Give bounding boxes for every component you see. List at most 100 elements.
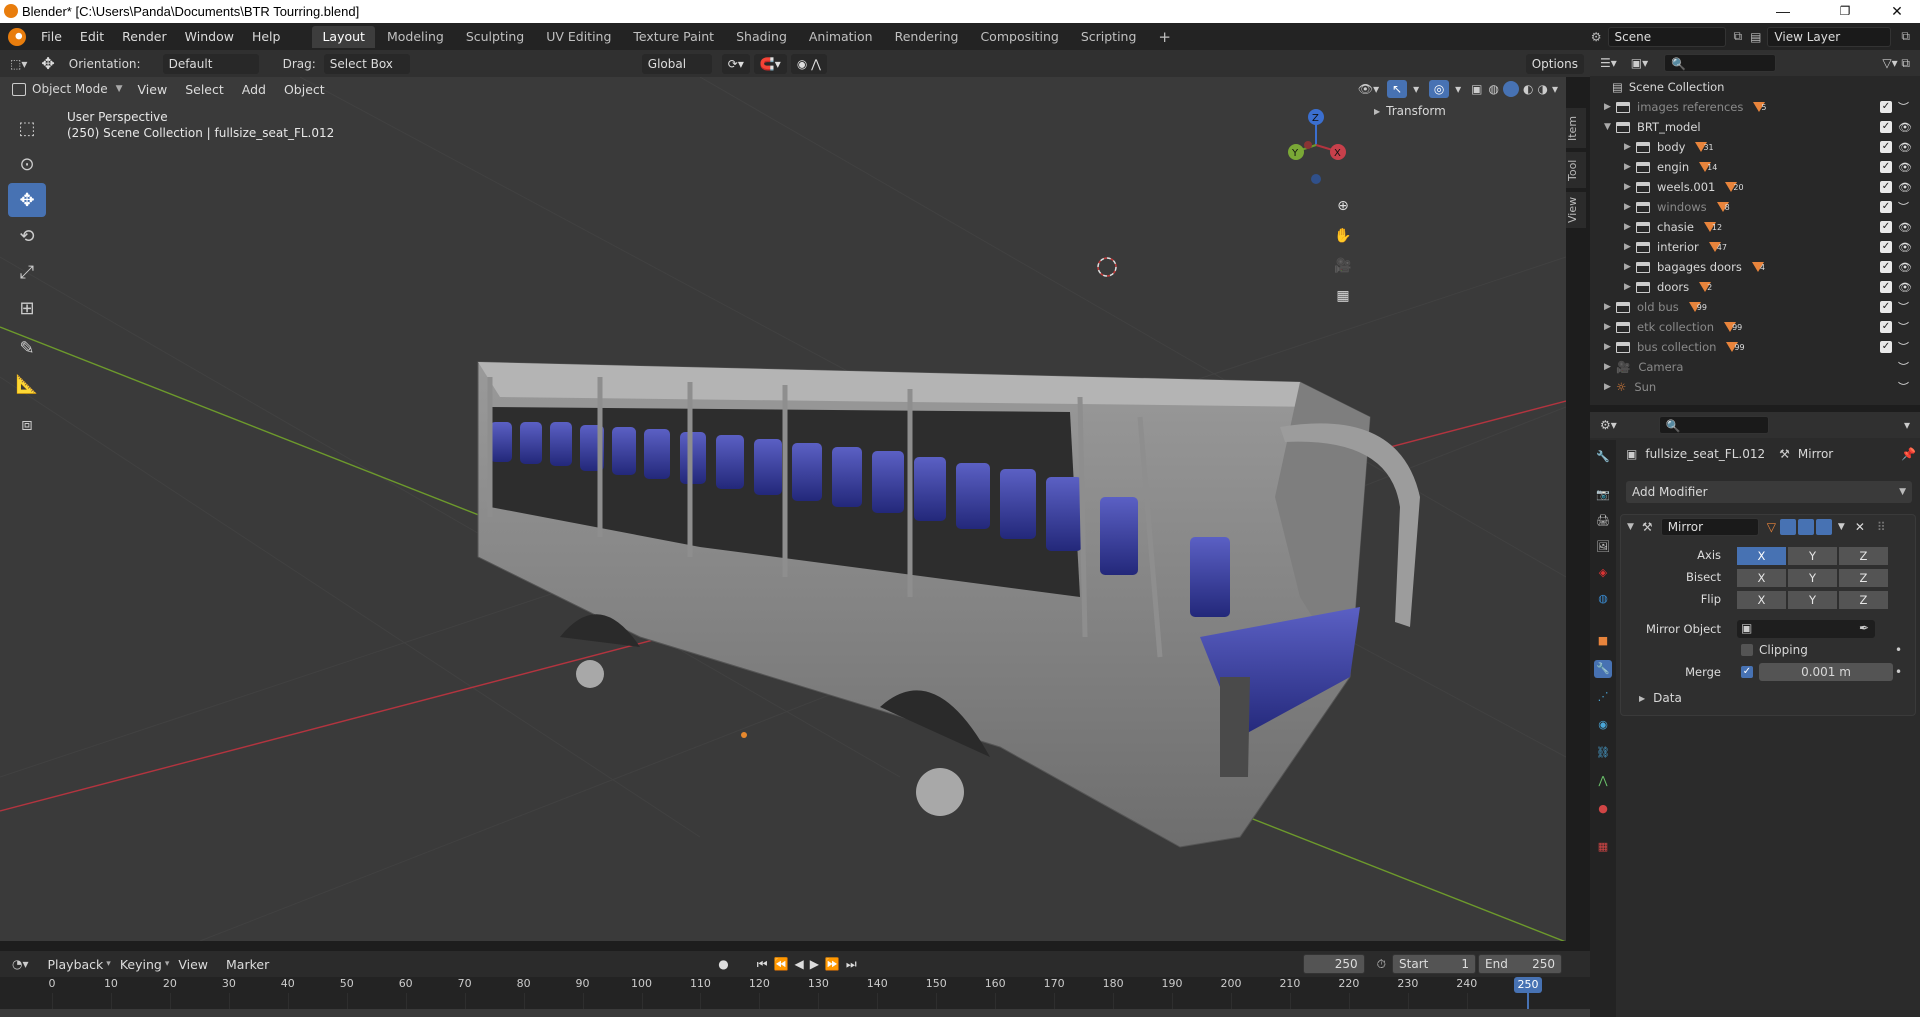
expand-arrow-icon[interactable]: ▶	[1624, 202, 1636, 212]
outliner-row-body[interactable]: ▶ body 31 ✓ 👁	[1590, 137, 1920, 157]
data-props-icon[interactable]: ⋀	[1594, 772, 1612, 790]
texture-props-icon[interactable]: ▦	[1594, 838, 1612, 856]
expand-arrow-icon[interactable]: ▶	[1624, 282, 1636, 292]
eye-icon[interactable]: 👁	[1898, 241, 1912, 254]
outliner-row-windows[interactable]: ▶ windows 8 ✓ ︶	[1590, 197, 1920, 217]
bisect-y-toggle[interactable]: Y	[1788, 569, 1837, 587]
visibility-icon[interactable]: 👁▾	[1358, 82, 1379, 96]
keyframe-dot-icon[interactable]: •	[1895, 643, 1902, 657]
outliner-row-old-bus[interactable]: ▶ old bus 99 ✓ ︶	[1590, 297, 1920, 317]
modifier-props-icon[interactable]: 🔧	[1594, 660, 1612, 678]
expand-arrow-icon[interactable]: ▶	[1624, 222, 1636, 232]
exclude-checkbox[interactable]: ✓	[1880, 261, 1892, 273]
menu-view[interactable]: View	[129, 77, 177, 103]
bisect-z-toggle[interactable]: Z	[1839, 569, 1888, 587]
modifier-name-field[interactable]: Mirror	[1660, 518, 1759, 536]
editor-type-icon[interactable]: ⬚▾	[10, 57, 27, 71]
data-subpanel-header[interactable]: ▶ Data	[1639, 691, 1682, 705]
blender-menu-icon[interactable]	[8, 27, 26, 46]
expand-arrow-icon[interactable]: ▶	[1604, 362, 1616, 372]
flip-y-toggle[interactable]: Y	[1788, 591, 1837, 609]
tab-animation[interactable]: Animation	[799, 26, 883, 48]
tool-props-icon[interactable]: 🔧	[1594, 448, 1612, 466]
outliner-row-sun[interactable]: ▶ ☼ Sun ︶	[1590, 377, 1920, 397]
menu-help[interactable]: Help	[243, 23, 290, 50]
edit-cage-icon[interactable]: ▽	[1767, 520, 1776, 534]
scene-selector[interactable]: Scene	[1607, 26, 1726, 47]
exclude-checkbox[interactable]: ✓	[1880, 141, 1892, 153]
render-toggle-icon[interactable]	[1815, 519, 1832, 535]
outliner-row-chasie[interactable]: ▶ chasie 12 ✓ 👁	[1590, 217, 1920, 237]
timeline-editor-icon[interactable]: ◔▾	[12, 957, 29, 971]
keyframe-dot-icon[interactable]: •	[1895, 665, 1902, 679]
outliner-row-doors[interactable]: ▶ doors 2 ✓ 👁	[1590, 277, 1920, 297]
output-props-icon[interactable]: 🖨	[1594, 512, 1612, 530]
outliner-row-interior[interactable]: ▶ interior 47 ✓ 👁	[1590, 237, 1920, 257]
record-keyframe-icon[interactable]: ●	[718, 957, 728, 971]
eye-icon[interactable]: 👁	[1898, 181, 1912, 194]
filter-icon[interactable]: ▽▾ ⧉	[1882, 56, 1910, 71]
hidden-eye-icon[interactable]: ︶	[1898, 99, 1909, 115]
bisect-x-toggle[interactable]: X	[1737, 569, 1786, 587]
outliner-row-bus-collection[interactable]: ▶ bus collection 99 ✓ ︶	[1590, 337, 1920, 357]
navigation-gizmo[interactable]: Z X Y	[1280, 107, 1360, 187]
expand-arrow-icon[interactable]: ▶	[1604, 322, 1616, 332]
material-props-icon[interactable]: ●	[1594, 800, 1612, 818]
particles-props-icon[interactable]: ⋰	[1594, 688, 1612, 706]
flip-x-toggle[interactable]: X	[1737, 591, 1786, 609]
overlay-dropdown-icon[interactable]: ▾	[1455, 82, 1461, 96]
end-frame-field[interactable]: End 250	[1478, 954, 1563, 974]
merge-distance-field[interactable]: 0.001 m	[1759, 663, 1893, 681]
ortho-grid-icon[interactable]: ▦	[1330, 283, 1356, 309]
eye-icon[interactable]: 👁	[1898, 261, 1912, 274]
eye-icon[interactable]: 👁	[1898, 121, 1912, 134]
chevron-down-icon[interactable]: ▼	[116, 84, 123, 94]
clipping-check-box[interactable]	[1741, 644, 1753, 656]
outliner-row-engin[interactable]: ▶ engin 14 ✓ 👁	[1590, 157, 1920, 177]
timeline-scrollbar[interactable]	[0, 1009, 1590, 1017]
menu-file[interactable]: File	[32, 23, 71, 50]
outliner-row-images-references[interactable]: ▶ images references 5 ✓ ︶	[1590, 97, 1920, 117]
minimize-button[interactable]: —	[1760, 0, 1806, 23]
tab-sculpting[interactable]: Sculpting	[456, 26, 534, 48]
view-layer-selector[interactable]: View Layer	[1767, 26, 1892, 47]
remove-modifier-icon[interactable]: ✕	[1855, 520, 1865, 534]
cursor-tool-icon[interactable]: ⊙	[8, 147, 46, 181]
measure-tool-icon[interactable]: 📐	[8, 367, 46, 401]
tab-uv-editing[interactable]: UV Editing	[536, 26, 621, 48]
tab-view[interactable]: View	[1566, 192, 1586, 228]
playhead-label[interactable]: 250	[1514, 977, 1542, 993]
add-workspace-button[interactable]: +	[1148, 26, 1181, 48]
exclude-checkbox[interactable]: ✓	[1880, 221, 1892, 233]
expand-arrow-icon[interactable]: ▶	[1624, 242, 1636, 252]
outliner-row-bagages-doors[interactable]: ▶ bagages doors 4 ✓ 👁	[1590, 257, 1920, 277]
menu-keying[interactable]: Keying	[111, 951, 171, 978]
eye-icon[interactable]: 👁	[1898, 221, 1912, 234]
exclude-checkbox[interactable]: ✓	[1880, 301, 1892, 313]
physics-props-icon[interactable]: ◉	[1594, 716, 1612, 734]
expand-arrow-icon[interactable]: ▶	[1624, 262, 1636, 272]
outliner-editor-icon[interactable]: ☰▾	[1600, 56, 1617, 70]
menu-window[interactable]: Window	[176, 23, 243, 50]
zoom-icon[interactable]: ⊕	[1330, 193, 1356, 219]
axis-x-toggle[interactable]: X	[1737, 547, 1786, 565]
hidden-eye-icon[interactable]: ︶	[1898, 339, 1909, 355]
snap-icon[interactable]: 🧲▾	[753, 53, 787, 74]
eyedropper-icon[interactable]: ✒	[1859, 621, 1869, 635]
object-props-icon[interactable]: ■	[1594, 632, 1612, 650]
shading-dropdown-icon[interactable]: ▾	[1552, 82, 1558, 96]
rotate-tool-icon[interactable]: ⟲	[8, 219, 46, 253]
hidden-eye-icon[interactable]: ︶	[1898, 319, 1909, 335]
hidden-eye-icon[interactable]: ︶	[1898, 359, 1909, 375]
exclude-checkbox[interactable]: ✓	[1880, 321, 1892, 333]
exclude-checkbox[interactable]: ✓	[1880, 201, 1892, 213]
outliner-row-etk-collection[interactable]: ▶ etk collection 99 ✓ ︶	[1590, 317, 1920, 337]
menu-playback[interactable]: Playback	[39, 951, 113, 978]
xray-icon[interactable]: ▣	[1471, 82, 1482, 96]
axis-z-toggle[interactable]: Z	[1839, 547, 1888, 565]
move-tool-button-icon[interactable]: ✥	[8, 183, 46, 217]
hidden-eye-icon[interactable]: ︶	[1898, 199, 1909, 215]
annotate-tool-icon[interactable]: ✎	[8, 331, 46, 365]
add-cube-tool-icon[interactable]: ⧈	[8, 407, 46, 441]
solid-shading-icon[interactable]	[1503, 81, 1519, 97]
